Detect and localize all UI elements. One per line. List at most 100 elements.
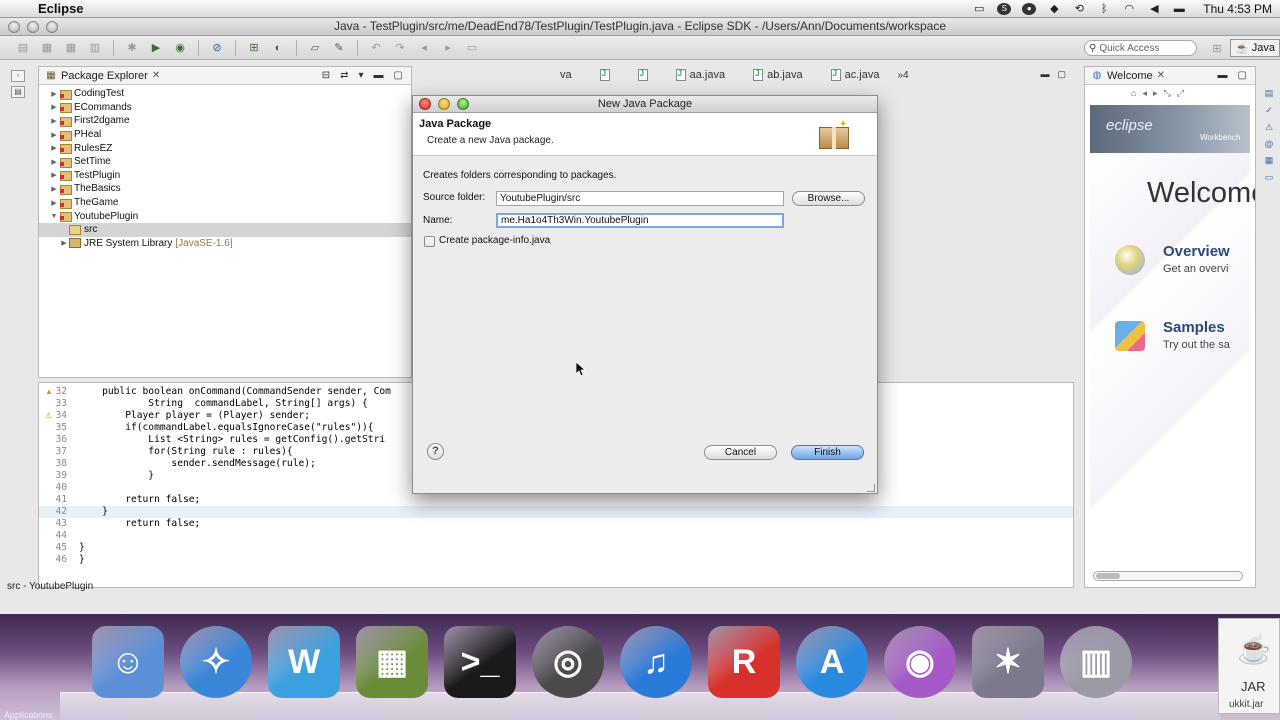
tree-project-row[interactable]: ▶ CodingTest	[39, 87, 411, 101]
dialog-minimize-button[interactable]	[438, 98, 450, 110]
external-tools-icon[interactable]: ◉	[171, 40, 189, 56]
tree-src-folder-row[interactable]: src	[39, 222, 411, 237]
link-with-editor-icon[interactable]: ⇄	[340, 70, 348, 81]
jar-file-stack[interactable]: ☕ JAR ukkit.jar	[1218, 618, 1280, 714]
close-icon[interactable]: ✕	[152, 70, 160, 81]
time-machine-icon[interactable]: ⟲	[1072, 3, 1086, 15]
editor-tab-aa[interactable]: aa.java	[675, 69, 725, 81]
editor-tab-partial[interactable]: va	[560, 69, 572, 81]
save-all-icon[interactable]: ▦	[62, 40, 80, 56]
save-icon[interactable]: ▦	[38, 40, 56, 56]
print-icon[interactable]: ▥	[86, 40, 104, 56]
maximize-icon[interactable]: ▢	[394, 70, 403, 81]
override-marker-icon[interactable]: ▲	[45, 387, 53, 396]
dock-safari-icon[interactable]: ✧	[180, 626, 252, 698]
back-icon[interactable]: ◂	[1142, 88, 1147, 99]
next-annotation-icon[interactable]: ↷	[391, 40, 409, 56]
collapsed-twisty-icon[interactable]: ▶	[49, 171, 59, 179]
dialog-zoom-button[interactable]	[457, 98, 469, 110]
open-type-icon[interactable]: ▱	[306, 40, 324, 56]
dialog-close-button[interactable]	[419, 98, 431, 110]
forward-icon[interactable]: ▸	[439, 40, 457, 56]
editor-tab-hidden[interactable]	[599, 69, 610, 81]
help-button[interactable]: ?	[427, 443, 444, 460]
collapsed-twisty-icon[interactable]: ▶	[59, 239, 69, 247]
new-package-icon[interactable]: ⊞	[245, 40, 263, 56]
finish-button[interactable]: Finish	[791, 445, 864, 460]
dock-quicktime-icon[interactable]: ◎	[532, 626, 604, 698]
debug-settings-icon[interactable]: ✱	[123, 40, 141, 56]
package-info-label[interactable]: Create package-info.java	[439, 235, 550, 246]
package-explorer-tab[interactable]: ▦ Package Explorer ✕	[39, 70, 166, 82]
package-info-checkbox[interactable]	[424, 236, 435, 247]
skip-breakpoints-icon[interactable]: ⊘	[208, 40, 226, 56]
collapsed-twisty-icon[interactable]: ▶	[49, 158, 59, 166]
editor-tab-ac[interactable]: ac.java	[830, 69, 879, 81]
screen-icon[interactable]: ▭	[972, 3, 986, 15]
view-menu-icon[interactable]: ▾	[359, 70, 364, 81]
minimize-icon[interactable]: ▬	[1040, 69, 1049, 80]
collapse-all-icon[interactable]: ⊟	[322, 70, 330, 81]
maximize-icon[interactable]: ▢	[1238, 70, 1247, 81]
task-icon[interactable]: ✓	[1265, 105, 1273, 116]
minimize-icon[interactable]: ▬	[1218, 70, 1228, 81]
collapsed-twisty-icon[interactable]: ▶	[49, 144, 59, 152]
back-icon[interactable]: ◂	[415, 40, 433, 56]
dock-trash-icon[interactable]: ▥	[1060, 626, 1132, 698]
quick-access-field[interactable]: ⚲ Quick Access	[1084, 40, 1197, 56]
collapsed-twisty-icon[interactable]: ▶	[49, 103, 59, 111]
tree-project-row[interactable]: ▶ SetTime	[39, 155, 411, 169]
collapsed-twisty-icon[interactable]: ▶	[49, 90, 59, 98]
close-icon[interactable]: ✕	[1157, 70, 1165, 81]
java-perspective-button[interactable]: ☕ Java	[1230, 39, 1280, 57]
run-icon[interactable]: ▶	[147, 40, 165, 56]
dock-finder-icon[interactable]: ☺	[92, 626, 164, 698]
dock-terminal-icon[interactable]: >_	[444, 626, 516, 698]
search-icon[interactable]: ✎	[330, 40, 348, 56]
dock-app-store-icon[interactable]: A	[796, 626, 868, 698]
tree-project-row[interactable]: ▶ RulesEZ	[39, 141, 411, 155]
dock-itunes-icon[interactable]: ♫	[620, 626, 692, 698]
tree-project-row[interactable]: ▶ First2dgame	[39, 114, 411, 128]
wifi-icon[interactable]: ◠	[1122, 3, 1136, 15]
dock-itunes-disc-icon[interactable]: ◉	[884, 626, 956, 698]
clock[interactable]: Thu 4:53 PM	[1203, 2, 1272, 16]
battery-icon[interactable]: ▬	[1172, 3, 1186, 15]
prev-annotation-icon[interactable]: ↶	[367, 40, 385, 56]
javadoc-icon[interactable]: @	[1264, 139, 1273, 149]
package-name-field[interactable]: me.Ha1o4Th3Win.YoutubePlugin	[496, 213, 784, 228]
tree-project-row[interactable]: ▶ TestPlugin	[39, 169, 411, 183]
camera-icon[interactable]: ●	[1022, 3, 1037, 15]
welcome-tab[interactable]: ◍ Welcome ✕	[1085, 70, 1171, 82]
browse-button[interactable]: Browse...	[792, 191, 865, 206]
restore-icon[interactable]: ⤢	[1177, 88, 1184, 99]
resize-grip[interactable]	[867, 484, 875, 492]
bluetooth-icon[interactable]: ᛒ	[1097, 3, 1111, 15]
declaration-icon[interactable]: ▦	[1265, 155, 1274, 166]
maximize-icon[interactable]: ▢	[1057, 69, 1066, 80]
skype-icon[interactable]: S	[997, 3, 1012, 15]
editor-tab-overflow[interactable]: »4	[897, 70, 908, 81]
tree-project-row[interactable]: ▶ TheBasics	[39, 182, 411, 196]
open-perspective-icon[interactable]: ⊞	[1208, 40, 1226, 56]
volume-icon[interactable]: ◀	[1147, 3, 1161, 15]
dropbox-icon[interactable]: ◆	[1047, 3, 1061, 15]
new-icon[interactable]: ▤	[14, 40, 32, 56]
new-class-icon[interactable]: ◐	[269, 40, 287, 56]
dock-roblox-icon[interactable]: R	[708, 626, 780, 698]
collapsed-twisty-icon[interactable]: ▶	[49, 117, 59, 125]
home-icon[interactable]: ⌂	[1131, 88, 1136, 98]
workbench-link[interactable]: Workbench	[1200, 133, 1240, 142]
editor-tab-ab[interactable]: ab.java	[753, 69, 803, 81]
console-icon[interactable]: ▭	[1265, 172, 1274, 183]
tree-project-row[interactable]: ▶ TheGame	[39, 196, 411, 210]
magnify-icon[interactable]: ⤡	[1164, 88, 1171, 99]
collapsed-twisty-icon[interactable]: ▶	[49, 199, 59, 207]
tree-project-row[interactable]: ▶ ECommands	[39, 101, 411, 115]
dock-word-icon[interactable]: W	[268, 626, 340, 698]
source-folder-field[interactable]: YoutubePlugin/src	[496, 191, 784, 206]
expanded-twisty-icon[interactable]: ▼	[49, 213, 59, 220]
collapsed-twisty-icon[interactable]: ▶	[49, 131, 59, 139]
editor-tab-hidden[interactable]	[637, 69, 648, 81]
zoom-window-button[interactable]	[46, 21, 58, 33]
